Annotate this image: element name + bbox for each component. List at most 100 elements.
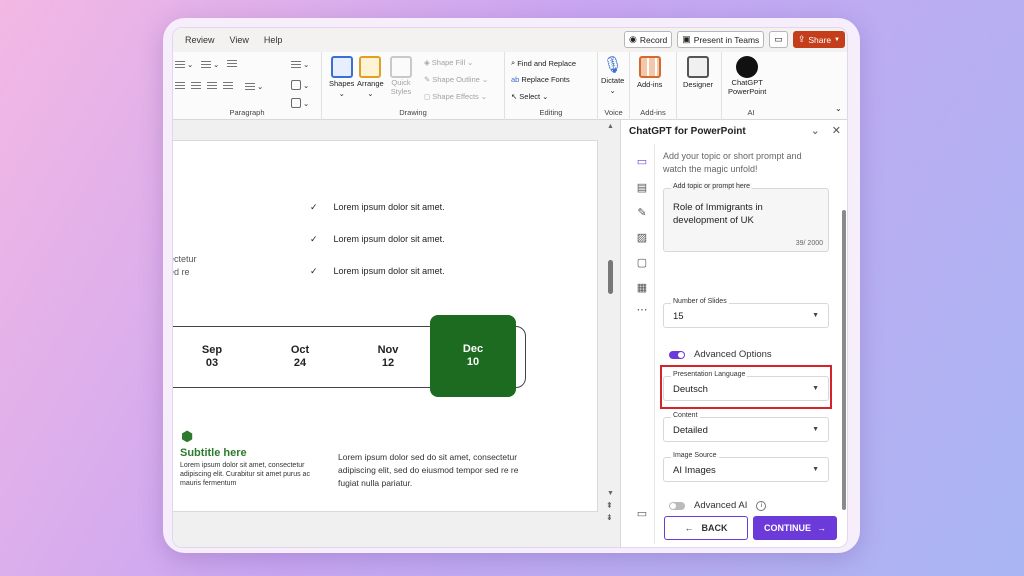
find-replace-button[interactable]: ⌕ Find and Replace: [511, 58, 576, 68]
advanced-ai-toggle[interactable]: [669, 501, 685, 510]
comments-button[interactable]: ▭: [769, 31, 788, 48]
bullets-icon: [175, 60, 185, 69]
arrange-button[interactable]: Arrange ⌄: [357, 56, 384, 98]
find-replace-label: Find and Replace: [517, 58, 576, 68]
ai-group: ChatGPT PowerPoint AI: [722, 52, 780, 120]
present-label: Present in Teams: [693, 34, 760, 45]
addins-button[interactable]: Add-ins: [637, 56, 662, 89]
addins-group: Add-ins Add-ins: [630, 52, 677, 120]
align-center-button[interactable]: [191, 82, 201, 90]
drawing-group-label: Drawing: [399, 108, 427, 117]
content-select[interactable]: Content Detailed ▼: [663, 412, 829, 442]
shape-fill-button[interactable]: ◈ Shape Fill ⌄: [424, 58, 473, 67]
quick-styles-button[interactable]: Quick Styles: [390, 56, 412, 96]
addins-group-label: Add-ins: [640, 108, 666, 117]
select-button[interactable]: ↖ Select ⌄: [511, 92, 548, 101]
shape-effects-button[interactable]: ◻ Shape Effects ⌄: [424, 92, 487, 101]
shapes-button[interactable]: Shapes ⌄: [329, 56, 354, 98]
previous-slide-icon[interactable]: ⇞: [606, 501, 613, 510]
replace-fonts-icon: ab: [511, 75, 520, 84]
justify-button[interactable]: [223, 82, 233, 90]
presentation-icon[interactable]: ▭: [636, 156, 648, 168]
paragraph-group-label: Paragraph: [229, 108, 265, 117]
share-label: Share: [808, 34, 832, 45]
next-slide-icon[interactable]: ⇟: [606, 513, 613, 522]
image-source-value: AI Images: [673, 465, 716, 476]
advanced-options-toggle[interactable]: [669, 350, 685, 359]
timeline-item-sep: Sep 03: [187, 344, 237, 370]
indent-icon: [227, 60, 237, 68]
justify-icon: [223, 82, 233, 90]
text-direction-button[interactable]: ⌄: [291, 80, 309, 90]
feedback-icon[interactable]: ▭: [636, 508, 648, 520]
columns-icon: [245, 82, 255, 91]
editing-group: ⌕ Find and Replace ab Replace Fonts ↖ Selec…: [505, 52, 598, 120]
chevron-down-icon: ⌄: [367, 89, 374, 98]
align-text-icon: [291, 98, 301, 108]
dictate-button[interactable]: 🎙 Dictate ⌄: [601, 55, 624, 95]
slides-value: 15: [673, 311, 684, 322]
present-in-teams-button[interactable]: ▣ Present in Teams: [677, 31, 765, 48]
share-button[interactable]: ⇪ Share ▼: [792, 31, 845, 48]
timeline-day: 12: [381, 357, 395, 369]
indent-button[interactable]: [227, 60, 237, 68]
designer-button[interactable]: Designer: [683, 56, 713, 89]
numbering-button[interactable]: ⌄: [201, 60, 219, 69]
caret-down-icon: ▼: [812, 312, 819, 319]
collapse-ribbon-button[interactable]: ⌄: [835, 104, 842, 113]
line-spacing-button[interactable]: ⌄: [291, 60, 309, 69]
menu-review[interactable]: Review: [185, 35, 215, 45]
pencil-icon[interactable]: ✎: [636, 207, 648, 219]
more-icon[interactable]: ⋯: [636, 304, 648, 316]
bullets-button[interactable]: ⌄: [175, 60, 193, 69]
align-center-icon: [191, 82, 201, 90]
align-right-button[interactable]: [207, 82, 217, 90]
teams-icon: ▣: [682, 34, 691, 44]
close-icon[interactable]: ✕: [832, 124, 841, 137]
continue-label: CONTINUE: [764, 523, 811, 533]
menu-view[interactable]: View: [230, 35, 249, 45]
number-of-slides-select[interactable]: Number of Slides 15 ▼: [663, 298, 829, 328]
panel-scrollbar[interactable]: [842, 210, 846, 510]
record-button[interactable]: ◉ Record: [624, 31, 673, 48]
check-text: Lorem ipsum dolor sit amet.: [333, 234, 445, 244]
menu-help[interactable]: Help: [264, 35, 283, 45]
replace-fonts-label: Replace Fonts: [521, 75, 570, 84]
image-source-select[interactable]: Image Source AI Images ▼: [663, 452, 829, 482]
document-icon[interactable]: ▤: [636, 182, 648, 194]
text-fragment: ectetur: [173, 254, 197, 264]
chevron-down-icon[interactable]: ⌄: [811, 124, 820, 137]
edit-document-icon[interactable]: ▦: [636, 282, 648, 294]
continue-button[interactable]: CONTINUE →: [753, 516, 837, 540]
back-label: BACK: [701, 523, 728, 533]
record-icon: ◉: [629, 34, 637, 44]
note-icon[interactable]: ▢: [636, 257, 648, 269]
shape-outline-label: Shape Outline: [432, 75, 480, 84]
vertical-scrollbar[interactable]: ▲ ▼ ⇞ ⇟: [603, 120, 620, 547]
panel-nav-rail: ▭ ▤ ✎ ▨ ▢ ▦ ⋯ ▭: [629, 144, 655, 544]
character-counter: 39/ 2000: [795, 240, 823, 247]
advanced-options-toggle-row: Advanced Options: [669, 349, 772, 360]
chatgpt-powerpoint-button[interactable]: ChatGPT PowerPoint: [728, 56, 766, 96]
scroll-up-icon[interactable]: ▲: [607, 123, 614, 130]
scroll-down-icon[interactable]: ▼: [607, 490, 614, 497]
caret-down-icon: ▼: [812, 466, 819, 473]
back-button[interactable]: ← BACK: [664, 516, 748, 540]
align-left-button[interactable]: [175, 82, 185, 90]
shape-outline-button[interactable]: ✎ Shape Outline ⌄: [424, 75, 488, 84]
align-text-button[interactable]: ⌄: [291, 98, 309, 108]
subtitle-heading: Subtitle here: [180, 447, 247, 459]
image-icon[interactable]: ▨: [636, 232, 648, 244]
shapes-label: Shapes: [329, 79, 355, 88]
scrollbar-thumb[interactable]: [608, 260, 613, 294]
topic-prompt-field[interactable]: Add topic or prompt here Role of Immigra…: [663, 183, 829, 252]
caret-down-icon: ▼: [812, 426, 819, 433]
replace-fonts-button[interactable]: ab Replace Fonts: [511, 75, 570, 84]
chatgpt-label-2: PowerPoint: [728, 87, 767, 96]
addins-grid-icon: [638, 56, 661, 78]
columns-button[interactable]: ⌄: [245, 82, 263, 91]
slide-canvas[interactable]: ✓ Lorem ipsum dolor sit amet. ✓ Lorem ipsu…: [173, 140, 598, 512]
info-icon[interactable]: i: [756, 500, 767, 511]
check-item: ✓ Lorem ipsum dolor sit amet.: [310, 266, 445, 277]
effects-icon: ◻: [424, 92, 431, 101]
